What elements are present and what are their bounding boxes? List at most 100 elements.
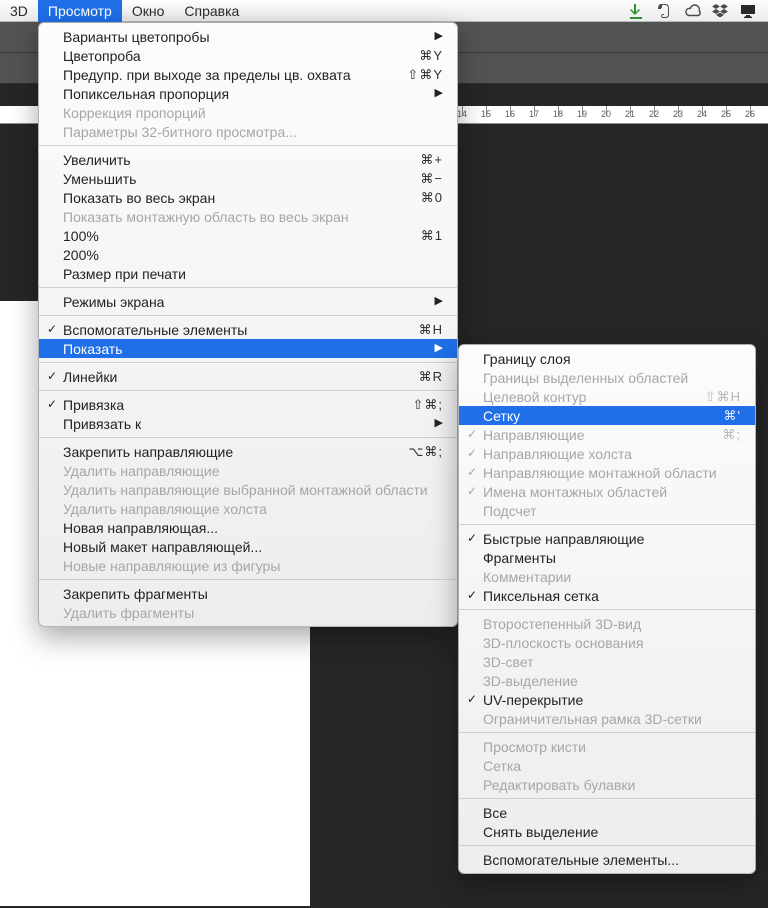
view-menu-item-label: Удалить направляющие выбранной монтажной… bbox=[63, 482, 428, 498]
view-menu-item[interactable]: Закрепить направляющие⌥⌘; bbox=[39, 442, 457, 461]
show-submenu-item[interactable]: Снять выделение bbox=[459, 822, 755, 841]
view-menu-item-label: Привязать к bbox=[63, 416, 141, 432]
submenu-arrow-icon: ▶ bbox=[435, 31, 443, 42]
menubar-item-1[interactable]: Просмотр bbox=[38, 0, 122, 22]
view-menu-item[interactable]: 100%⌘1 bbox=[39, 226, 457, 245]
view-menu-item: Новые направляющие из фигуры bbox=[39, 556, 457, 575]
view-menu-item-label: Линейки bbox=[63, 369, 117, 385]
view-menu-item-label: Удалить фрагменты bbox=[63, 605, 194, 621]
ruler-tick-label: 17 bbox=[529, 109, 539, 119]
view-menu-item-label: Удалить направляющие bbox=[63, 463, 220, 479]
view-menu-item-label: Предупр. при выходе за пределы цв. охват… bbox=[63, 67, 351, 83]
view-menu-item[interactable]: Размер при печати bbox=[39, 264, 457, 283]
ruler-tick-label: 24 bbox=[697, 109, 707, 119]
show-submenu-item[interactable]: Все bbox=[459, 803, 755, 822]
view-menu-item[interactable]: Закрепить фрагменты bbox=[39, 584, 457, 603]
submenu-arrow-icon: ▶ bbox=[435, 296, 443, 307]
show-submenu-item-label: Ограничительная рамка 3D-сетки bbox=[483, 711, 702, 727]
ruler-tick-label: 22 bbox=[649, 109, 659, 119]
view-menu-item[interactable]: Показать во весь экран⌘0 bbox=[39, 188, 457, 207]
view-menu-item-label: Режимы экрана bbox=[63, 294, 164, 310]
show-submenu-item-label: Целевой контур bbox=[483, 389, 586, 405]
menu-shortcut: ⌘R bbox=[401, 369, 443, 385]
view-menu-separator bbox=[39, 362, 457, 363]
view-menu-item-label: Привязка bbox=[63, 397, 124, 413]
ruler-tick-label: 23 bbox=[673, 109, 683, 119]
show-submenu-item[interactable]: ✓Быстрые направляющие bbox=[459, 529, 755, 548]
view-menu-item-label: Показать bbox=[63, 341, 123, 357]
submenu-arrow-icon: ▶ bbox=[435, 88, 443, 99]
view-menu-separator bbox=[39, 437, 457, 438]
view-menu-separator bbox=[39, 390, 457, 391]
show-submenu-item-label: Просмотр кисти bbox=[483, 739, 586, 755]
show-submenu-separator bbox=[459, 609, 755, 610]
menu-shortcut: ⌥⌘; bbox=[390, 444, 443, 460]
show-submenu-item[interactable]: ✓Пиксельная сетка bbox=[459, 586, 755, 605]
show-submenu-item[interactable]: Границу слоя bbox=[459, 349, 755, 368]
menubar: 3DПросмотрОкноСправка bbox=[0, 0, 768, 22]
show-submenu-separator bbox=[459, 524, 755, 525]
show-submenu-item-label: Второстепенный 3D-вид bbox=[483, 616, 641, 632]
show-submenu-item: ✓Направляющие монтажной области bbox=[459, 463, 755, 482]
show-submenu-item-label: Имена монтажных областей bbox=[483, 484, 667, 500]
view-menu-item[interactable]: ✓ Линейки ⌘R bbox=[39, 367, 457, 386]
display-icon bbox=[740, 3, 758, 19]
view-menu-item[interactable]: Новая направляющая... bbox=[39, 518, 457, 537]
view-menu-item[interactable]: Уменьшить⌘− bbox=[39, 169, 457, 188]
view-menu-item: Коррекция пропорций bbox=[39, 103, 457, 122]
view-menu-item[interactable]: Новый макет направляющей... bbox=[39, 537, 457, 556]
menubar-item-3[interactable]: Справка bbox=[174, 0, 249, 22]
show-submenu-item[interactable]: Сетку ⌘' bbox=[459, 406, 755, 425]
show-submenu-item-label: 3D-плоскость основания bbox=[483, 635, 643, 651]
show-submenu-item-label: Границу слоя bbox=[483, 351, 571, 367]
menubar-item-0[interactable]: 3D bbox=[0, 0, 38, 22]
show-submenu-item: Комментарии bbox=[459, 567, 755, 586]
show-submenu-item-label: Пиксельная сетка bbox=[483, 588, 599, 604]
menubar-item-2[interactable]: Окно bbox=[122, 0, 175, 22]
view-menu-item[interactable]: 200% bbox=[39, 245, 457, 264]
menu-shortcut: ⌘+ bbox=[402, 152, 443, 168]
ruler-tick-label: 16 bbox=[505, 109, 515, 119]
view-menu-item[interactable]: ✓Вспомогательные элементы⌘H bbox=[39, 320, 457, 339]
view-menu-item: Удалить направляющие выбранной монтажной… bbox=[39, 480, 457, 499]
view-menu-item[interactable]: Предупр. при выходе за пределы цв. охват… bbox=[39, 65, 457, 84]
check-icon: ✓ bbox=[467, 446, 477, 460]
view-menu-item: Удалить фрагменты bbox=[39, 603, 457, 622]
menubar-status-icons bbox=[618, 3, 768, 19]
show-submenu-item[interactable]: ✓UV-перекрытие bbox=[459, 690, 755, 709]
view-menu-item-label: Показать монтажную область во весь экран bbox=[63, 209, 349, 225]
view-menu-item[interactable]: ✓Привязка⇧⌘; bbox=[39, 395, 457, 414]
view-menu-item[interactable]: Режимы экрана ▶ bbox=[39, 292, 457, 311]
view-menu-item[interactable]: Цветопроба⌘Y bbox=[39, 46, 457, 65]
view-menu-item[interactable]: Привязать к▶ bbox=[39, 414, 457, 433]
show-submenu-item[interactable]: Фрагменты bbox=[459, 548, 755, 567]
ruler-tick-label: 25 bbox=[721, 109, 731, 119]
check-icon: ✓ bbox=[47, 322, 57, 336]
view-menu-item-label: Попиксельная пропорция bbox=[63, 86, 229, 102]
view-menu-item-label: Цветопроба bbox=[63, 48, 141, 64]
ruler-tick-label: 18 bbox=[553, 109, 563, 119]
menu-shortcut: ⌘; bbox=[704, 427, 741, 443]
creative-cloud-icon bbox=[684, 3, 702, 19]
view-menu-separator bbox=[39, 287, 457, 288]
view-menu-item-label: Новые направляющие из фигуры bbox=[63, 558, 280, 574]
menubar-left: 3DПросмотрОкноСправка bbox=[0, 0, 249, 21]
view-menu-item[interactable]: Показать▶ bbox=[39, 339, 457, 358]
check-icon: ✓ bbox=[47, 369, 57, 383]
menu-shortcut: ⇧⌘Y bbox=[389, 67, 443, 83]
show-submenu-item: Целевой контур⇧⌘H bbox=[459, 387, 755, 406]
menu-shortcut: ⌘' bbox=[706, 408, 741, 424]
show-submenu-item: ✓Направляющие⌘; bbox=[459, 425, 755, 444]
view-menu-item[interactable]: Увеличить⌘+ bbox=[39, 150, 457, 169]
show-submenu-item-label: Редактировать булавки bbox=[483, 777, 635, 793]
show-submenu-item-label: Границы выделенных областей bbox=[483, 370, 688, 386]
show-submenu-item-label: Сетку bbox=[483, 408, 520, 424]
download-icon bbox=[628, 3, 646, 19]
check-icon: ✓ bbox=[467, 484, 477, 498]
show-submenu-item[interactable]: Вспомогательные элементы... bbox=[459, 850, 755, 869]
view-menu-item[interactable]: Варианты цветопробы▶ bbox=[39, 27, 457, 46]
view-menu-item-label: Вспомогательные элементы bbox=[63, 322, 247, 338]
show-submenu-item: ✓Направляющие холста bbox=[459, 444, 755, 463]
view-menu-item[interactable]: Попиксельная пропорция ▶ bbox=[39, 84, 457, 103]
ruler-tick-label: 15 bbox=[481, 109, 491, 119]
